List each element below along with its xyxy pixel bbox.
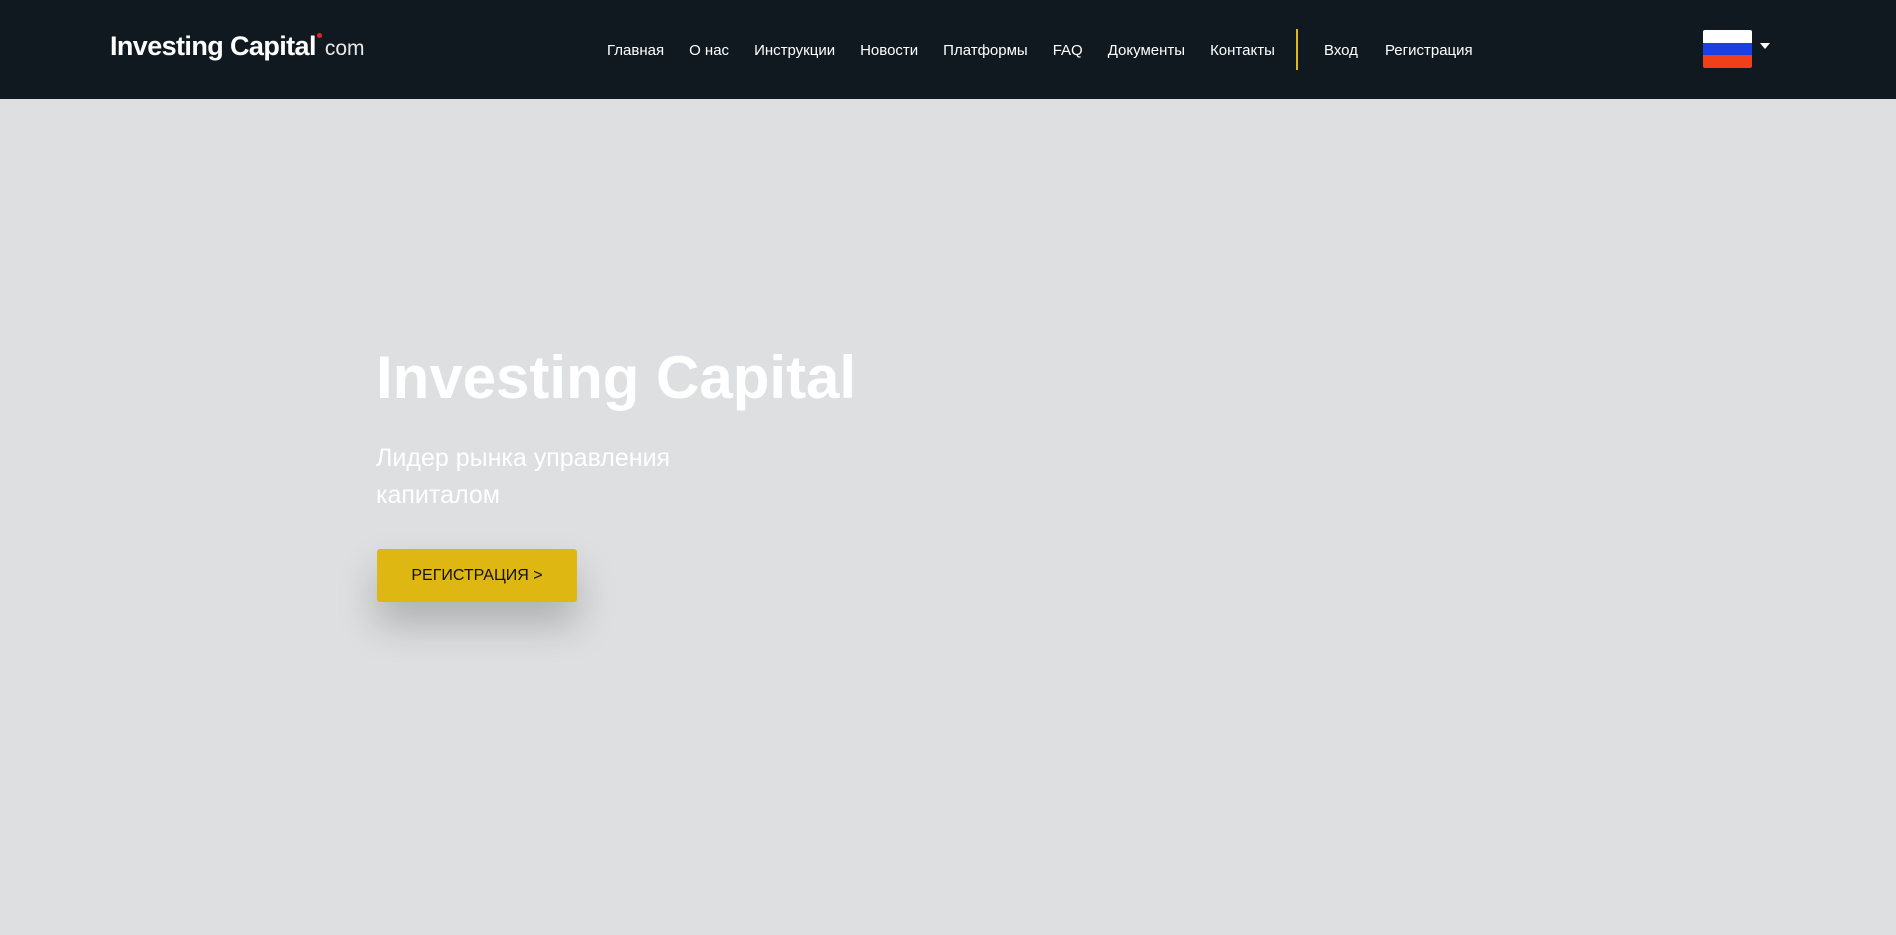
site-header: Investing Capital com Главная О нас Инст… xyxy=(0,0,1896,99)
nav-link-home[interactable]: Главная xyxy=(607,42,664,59)
nav-link-faq[interactable]: FAQ xyxy=(1053,42,1083,59)
nav-link-news[interactable]: Новости xyxy=(860,42,918,59)
site-logo[interactable]: Investing Capital com xyxy=(110,31,365,65)
nav-link-contacts[interactable]: Контакты xyxy=(1210,42,1275,59)
nav-link-about[interactable]: О нас xyxy=(689,42,729,59)
hero-title: Investing Capital xyxy=(376,344,857,411)
nav-link-platforms[interactable]: Платформы xyxy=(943,42,1028,59)
hero-subtitle: Лидер рынка управления капиталом xyxy=(376,444,671,509)
main-nav: Главная О нас Инструкции Новости Платфор… xyxy=(607,38,1300,62)
nav-link-documents[interactable]: Документы xyxy=(1108,42,1185,59)
auth-links: Вход Регистрация xyxy=(1324,38,1500,62)
nav-divider xyxy=(1296,29,1298,70)
hero-register-button[interactable]: РЕГИСТРАЦИЯ > xyxy=(377,549,577,602)
logo-domain: com xyxy=(324,37,365,60)
nav-link-instructions[interactable]: Инструкции xyxy=(754,42,835,59)
language-selector[interactable] xyxy=(1703,30,1770,68)
caret-down-icon xyxy=(1760,43,1770,49)
logo-wordmark: Investing Capital xyxy=(110,31,316,61)
register-link[interactable]: Регистрация xyxy=(1385,42,1473,59)
logo-dot xyxy=(316,33,322,38)
login-link[interactable]: Вход xyxy=(1324,42,1358,59)
russia-flag-icon xyxy=(1703,30,1752,68)
